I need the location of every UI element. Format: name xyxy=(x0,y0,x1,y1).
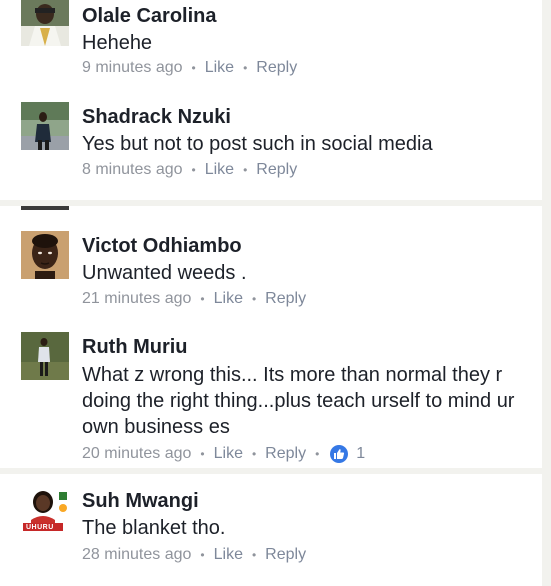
comment-timestamp[interactable]: 20 minutes ago xyxy=(82,445,191,463)
reply-button[interactable]: Reply xyxy=(256,59,297,77)
partial-avatar-strip xyxy=(21,206,69,210)
comment-section-2: Victot Odhiambo Unwanted weeds . 21 minu… xyxy=(0,206,542,468)
comment-timestamp[interactable]: 9 minutes ago xyxy=(82,59,183,77)
avatar[interactable] xyxy=(21,332,69,380)
separator-dot: • xyxy=(191,61,196,75)
commenter-name[interactable]: Victot Odhiambo xyxy=(82,235,242,258)
comment-item: Shadrack Nzuki Yes but not to post such … xyxy=(0,96,542,192)
separator-dot: • xyxy=(251,447,257,461)
comment-item: Victot Odhiambo Unwanted weeds . 21 minu… xyxy=(0,224,542,314)
comment-text: Unwanted weeds . xyxy=(82,262,247,284)
comment-item: Ruth Muriu What z wrong this... Its more… xyxy=(0,328,542,468)
separator-dot: • xyxy=(251,292,257,306)
comment-text: What z wrong this... Its more than norma… xyxy=(82,364,515,438)
comment-meta: 20 minutes ago • Like • Reply • 1 xyxy=(82,444,365,464)
comment-meta: 28 minutes ago • Like • Reply xyxy=(82,545,306,565)
commenter-name[interactable]: Olale Carolina xyxy=(82,5,217,28)
avatar[interactable] xyxy=(21,231,69,279)
avatar[interactable] xyxy=(21,0,69,46)
like-button[interactable]: Like xyxy=(214,445,243,463)
comment-meta: 21 minutes ago • Like • Reply xyxy=(82,289,306,309)
reply-button[interactable]: Reply xyxy=(265,546,306,564)
comment-timestamp[interactable]: 8 minutes ago xyxy=(82,161,183,179)
like-button[interactable]: Like xyxy=(205,59,234,77)
commenter-name[interactable]: Shadrack Nzuki xyxy=(82,106,231,129)
comment-text: Yes but not to post such in social media xyxy=(82,133,433,155)
comment-text: The blanket tho. xyxy=(82,517,226,539)
comment-timestamp[interactable]: 21 minutes ago xyxy=(82,290,191,308)
separator-dot: • xyxy=(315,447,320,461)
avatar[interactable]: UHURU xyxy=(21,486,69,534)
like-button[interactable]: Like xyxy=(214,546,243,564)
comment-meta: 8 minutes ago • Like • Reply xyxy=(82,160,297,180)
comment-section-1: Olale Carolina Hehehe 9 minutes ago • Li… xyxy=(0,0,542,200)
separator-dot: • xyxy=(243,163,248,177)
like-button[interactable]: Like xyxy=(214,290,243,308)
like-button[interactable]: Like xyxy=(205,161,234,179)
thumbs-up-icon[interactable] xyxy=(330,445,349,463)
avatar[interactable] xyxy=(21,102,69,150)
reply-button[interactable]: Reply xyxy=(256,161,297,179)
reply-button[interactable]: Reply xyxy=(265,445,306,463)
comment-section-3: UHURU Suh Mwangi The blanket tho. 28 min… xyxy=(0,474,542,586)
comment-item: UHURU Suh Mwangi The blanket tho. 28 min… xyxy=(0,474,542,586)
avatar-badge: UHURU xyxy=(26,524,54,531)
reply-button[interactable]: Reply xyxy=(265,290,306,308)
separator-dot: • xyxy=(200,292,205,306)
separator-dot: • xyxy=(200,447,205,461)
comment-item: Olale Carolina Hehehe 9 minutes ago • Li… xyxy=(0,0,542,90)
separator-dot: • xyxy=(243,61,248,75)
commenter-name[interactable]: Ruth Muriu xyxy=(82,336,188,359)
comment-text: Hehehe xyxy=(82,32,153,54)
comment-meta: 9 minutes ago • Like • Reply xyxy=(82,58,297,78)
separator-dot: • xyxy=(251,548,257,562)
commenter-name[interactable]: Suh Mwangi xyxy=(82,490,199,513)
separator-dot: • xyxy=(200,548,205,562)
separator-dot: • xyxy=(191,163,196,177)
reaction-count[interactable]: 1 xyxy=(356,445,365,463)
comment-timestamp[interactable]: 28 minutes ago xyxy=(82,546,191,564)
